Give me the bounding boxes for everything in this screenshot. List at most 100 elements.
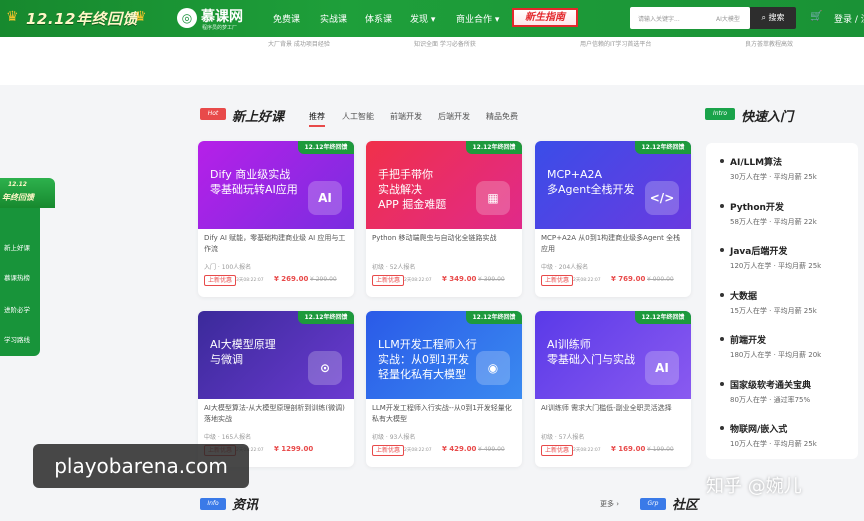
course-meta: 初级 · 52人报名 [372,264,416,271]
course-discount-tag: 上新优惠 [541,445,574,456]
search-input[interactable]: 请输入关键字... AI大模型 [630,7,750,29]
quick-intro-item-title[interactable]: 前端开发 [730,333,766,346]
quick-intro-item-title[interactable]: Java后端开发 [730,244,787,257]
tab-recommended[interactable]: 推荐 [309,111,325,127]
newbie-guide-button[interactable]: 新生指南 [512,8,578,27]
section-title-news: 资讯 [232,498,259,513]
nav-business[interactable]: 商业合作 ▾ [456,12,499,25]
left-menu-item-new[interactable]: 新上好课 [4,242,30,252]
course-card[interactable]: 12.12年终回馈 Dify 商业级实战 零基础玩转AI应用 AI Dify AI 赋… [198,141,354,297]
course-countdown: 2天08:22:07 [404,448,432,453]
course-card[interactable]: 12.12年终回馈 LLM开发工程师入行 实战：从0到1开发 轻量化私有大模型 ◉ L… [366,311,522,467]
logo-name[interactable]: 慕课网 [201,6,243,26]
course-meta: 中级 · 165人报名 [204,434,252,441]
tab-backend[interactable]: 后端开发 [438,111,470,122]
quick-intro-item-stats: 15万人在学 · 平均月薪 25k [730,306,817,315]
course-title[interactable]: LLM开发工程师入行实战--从0到1开发轻量化私有大模型 [372,403,518,425]
nav-discover[interactable]: 发现 ▾ [410,12,435,25]
course-discount-tag: 上新优惠 [541,275,574,286]
course-price: ¥ 1299.00 [274,445,314,453]
crown-icon: ♛ [6,9,19,25]
quick-intro-item-title[interactable]: 国家级软考通关宝典 [730,378,811,391]
course-original-price: ¥ 199.00 [647,446,674,453]
promo-banner-title[interactable]: 12.12年终回馈 [26,8,138,29]
tab-ai[interactable]: 人工智能 [342,111,374,122]
course-price: ¥ 769.00 [611,275,646,283]
crown-icon: ♛ [134,9,147,25]
quick-intro-item-title[interactable]: Python开发 [730,200,784,213]
course-banner-icon: ⊙ [308,351,342,385]
left-menu-year: 12.12 [8,181,27,188]
course-promo-badge: 12.12年终回馈 [635,141,691,154]
quick-intro-item-title[interactable]: AI/LLM算法 [730,155,782,168]
feature-text: 知识全面 学习必备所获 [414,41,476,48]
course-discount-tag: 上新优惠 [204,275,237,286]
quick-intro-panel: AI/LLM算法 30万人在学 · 平均月薪 25k Python开发 58万人在学 … [706,143,858,459]
quick-intro-item-stats: 58万人在学 · 平均月薪 22k [730,217,817,226]
course-title[interactable]: Dify AI 赋能，零基础构建商业级 AI 应用与工作流 [204,233,350,255]
course-original-price: ¥ 399.00 [478,276,505,283]
course-title[interactable]: MCP+A2A 从0到1构建商业级多Agent 全栈应用 [541,233,687,255]
watermark: 知乎 @婉儿 [706,476,802,497]
quick-intro-item-stats: 180万人在学 · 平均月薪 20k [730,351,822,359]
search-suggestion-tag[interactable]: AI大模型 [716,14,740,23]
course-title[interactable]: Python 移动端爬虫与自动化全链路实战 [372,233,518,244]
course-price: ¥ 269.00 [274,275,309,283]
course-title[interactable]: AI训练师 需求大门槛低-副业全职灵活选择 [541,403,687,414]
left-floating-menu: 12.12 年终回馈 新上好课 慕课热榜 进阶必学 学习路线 [0,178,55,356]
course-title[interactable]: AI大模型算法-从大模型原理剖析到训练(微调)落地实战 [204,403,350,425]
cart-icon[interactable]: 🛒 [810,11,822,22]
quick-intro-item-stats: 120万人在学 · 平均月薪 25k [730,262,822,270]
tab-frontend[interactable]: 前端开发 [390,111,422,122]
course-meta: 中级 · 204人报名 [541,264,589,271]
search-icon: ⌕ [761,13,769,22]
community-badge: Grp [640,498,666,510]
left-menu-item-advanced[interactable]: 进阶必学 [4,304,30,314]
search-button[interactable]: ⌕ 搜索 [750,7,796,29]
more-link[interactable]: 更多 › [600,499,619,509]
section-title-community: 社区 [672,498,699,513]
left-menu-item-hot[interactable]: 慕课热榜 [4,272,30,282]
course-countdown: 2天08:22:07 [573,448,601,453]
left-menu-title: 年终回馈 [2,193,34,202]
course-card[interactable]: 12.12年终回馈 MCP+A2A 多Agent全栈开发 </> MCP+A2A 从0… [535,141,691,297]
course-banner-icon: AI [308,181,342,215]
course-countdown: 2天08:22:07 [404,278,432,283]
course-banner-icon: </> [645,181,679,215]
section-title-new-courses: 新上好课 [232,110,285,125]
section-title-quick-intro: 快速入门 [741,110,794,125]
bullet-icon [720,292,724,297]
left-menu-body: 新上好课 慕课热榜 进阶必学 学习路线 [0,208,40,356]
course-discount-tag: 上新优惠 [372,275,405,286]
course-original-price: ¥ 900.00 [647,276,674,283]
bullet-icon [720,203,724,208]
course-promo-badge: 12.12年终回馈 [635,311,691,324]
nav-practical-courses[interactable]: 实战课 [320,12,347,25]
nav-system-courses[interactable]: 体系课 [365,12,392,25]
course-countdown: 3天08:22:07 [236,278,264,283]
tab-free[interactable]: 精品免费 [486,111,518,122]
course-promo-badge: 12.12年终回馈 [298,311,354,324]
course-meta: 初级 · 57人报名 [541,434,585,441]
quick-intro-item-stats: 30万人在学 · 平均月薪 25k [730,173,817,181]
site-overlay-label: playobarena.com [33,444,249,488]
feature-text: 大厂背景 成功项目经验 [268,41,330,48]
course-card[interactable]: 12.12年终回馈 手把手带你 实战解决 APP 掘金难题 ▦ Python 移动端爬… [366,141,522,297]
news-badge: Info [200,498,226,510]
left-menu-header[interactable]: 12.12 年终回馈 [0,178,55,208]
logo-icon[interactable]: ◎ [177,8,197,28]
course-card[interactable]: 12.12年终回馈 AI训练师 零基础入门与实战 AI AI训练师 需求大门槛低-副业… [535,311,691,467]
feature-text: 良方荟萃教程高效 [745,41,794,48]
top-bar: ♛ 12.12年终回馈 ♛ ◎ 慕课网 程序员的梦工厂 免费课 实战课 体系课 … [0,0,864,37]
logo-subtitle: 程序员的梦工厂 [202,25,238,31]
course-discount-tag: 上新优惠 [372,445,405,456]
course-price: ¥ 429.00 [442,445,477,453]
bullet-icon [720,426,724,430]
quick-intro-item-title[interactable]: 物联网/嵌入式 [730,422,787,435]
left-menu-item-roadmap[interactable]: 学习路线 [4,334,30,344]
nav-free-courses[interactable]: 免费课 [273,12,300,25]
login-link[interactable]: 登录 / 注册 [834,12,864,25]
quick-intro-item-title[interactable]: 大数据 [730,289,757,302]
course-price: ¥ 169.00 [611,445,646,453]
feature-text: 用户信赖的IT学习首选平台 [580,41,652,48]
